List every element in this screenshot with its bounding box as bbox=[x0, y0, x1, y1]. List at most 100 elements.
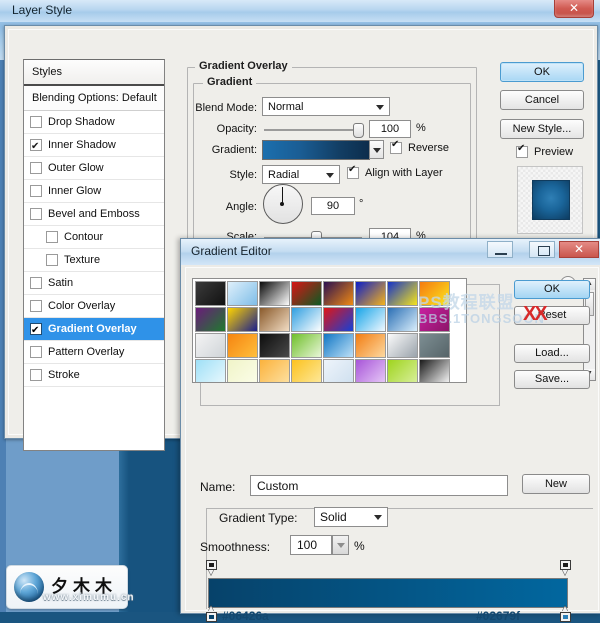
preset-swatch[interactable] bbox=[419, 281, 450, 306]
opacity-stop-right[interactable] bbox=[560, 560, 571, 576]
blending-options-item[interactable]: Blending Options: Default bbox=[24, 86, 164, 111]
preset-swatch[interactable] bbox=[259, 359, 290, 382]
preset-swatch[interactable] bbox=[355, 307, 386, 332]
chevron-down-icon bbox=[376, 105, 384, 110]
gradient-type-value: Solid bbox=[320, 510, 347, 524]
preset-swatch[interactable] bbox=[291, 281, 322, 306]
checkbox-drop-shadow[interactable] bbox=[30, 116, 42, 128]
style-item-outer-glow[interactable]: Outer Glow bbox=[24, 157, 164, 180]
preset-swatch[interactable] bbox=[227, 359, 258, 382]
gradient-editor-save-button[interactable]: Save... bbox=[514, 370, 590, 389]
checkbox-satin[interactable] bbox=[30, 277, 42, 289]
preset-swatch[interactable] bbox=[195, 307, 226, 332]
gradient-picker-button[interactable] bbox=[369, 140, 384, 159]
opacity-stop-left[interactable] bbox=[206, 560, 217, 576]
preset-swatch[interactable] bbox=[227, 281, 258, 306]
preset-swatch[interactable] bbox=[355, 281, 386, 306]
styles-list[interactable]: Styles Blending Options: Default Drop Sh… bbox=[23, 59, 165, 451]
blend-mode-select[interactable]: Normal bbox=[262, 97, 390, 116]
checkbox-inner-glow[interactable] bbox=[30, 185, 42, 197]
new-gradient-button[interactable]: New bbox=[522, 474, 590, 494]
preset-swatch[interactable] bbox=[227, 333, 258, 358]
preset-swatch[interactable] bbox=[355, 359, 386, 382]
preview-checkbox-row[interactable]: Preview bbox=[516, 143, 573, 158]
preset-swatch[interactable] bbox=[195, 333, 226, 358]
preset-swatch[interactable] bbox=[291, 333, 322, 358]
preset-swatch[interactable] bbox=[259, 281, 290, 306]
checkbox-contour[interactable] bbox=[46, 231, 58, 243]
style-item-inner-shadow[interactable]: Inner Shadow bbox=[24, 134, 164, 158]
preset-swatch[interactable] bbox=[419, 359, 450, 382]
style-item-gradient-overlay[interactable]: Gradient Overlay bbox=[24, 318, 164, 342]
checkbox-reverse[interactable] bbox=[390, 139, 402, 154]
preset-swatch[interactable] bbox=[387, 307, 418, 332]
checkbox-stroke[interactable] bbox=[30, 369, 42, 381]
name-input[interactable]: Custom bbox=[250, 475, 508, 496]
new-style-button[interactable]: New Style... bbox=[500, 119, 584, 139]
style-item-bevel-and-emboss[interactable]: Bevel and Emboss bbox=[24, 203, 164, 226]
style-item-inner-glow[interactable]: Inner Glow bbox=[24, 180, 164, 203]
gradient-editor-reset-button[interactable]: Reset bbox=[514, 306, 590, 325]
preset-swatch[interactable] bbox=[195, 281, 226, 306]
opacity-slider-track[interactable] bbox=[264, 129, 362, 131]
minimize-icon[interactable] bbox=[487, 241, 513, 258]
preset-swatch[interactable] bbox=[355, 333, 386, 358]
color-stop-left[interactable] bbox=[206, 606, 217, 622]
preset-swatch[interactable] bbox=[291, 359, 322, 382]
gradient-editor-ok-button[interactable]: OK bbox=[514, 280, 590, 299]
style-item-satin[interactable]: Satin bbox=[24, 272, 164, 295]
style-item-color-overlay[interactable]: Color Overlay bbox=[24, 295, 164, 318]
preset-swatch[interactable] bbox=[195, 359, 226, 382]
gradient-preview-swatch[interactable] bbox=[262, 140, 370, 160]
gradient-editor-close-button[interactable]: ✕ bbox=[559, 241, 599, 258]
smoothness-stepper[interactable] bbox=[332, 535, 349, 555]
preset-swatch[interactable] bbox=[323, 307, 354, 332]
preset-swatch[interactable] bbox=[419, 333, 450, 358]
gradient-bar[interactable] bbox=[208, 578, 568, 608]
preset-swatch[interactable] bbox=[323, 281, 354, 306]
checkbox-color-overlay[interactable] bbox=[30, 300, 42, 312]
style-select[interactable]: Radial bbox=[262, 165, 340, 184]
preset-swatch[interactable] bbox=[259, 307, 290, 332]
checkbox-pattern-overlay[interactable] bbox=[30, 346, 42, 358]
checkbox-texture[interactable] bbox=[46, 254, 58, 266]
cancel-button[interactable]: Cancel bbox=[500, 90, 584, 110]
preset-swatch[interactable] bbox=[387, 359, 418, 382]
preset-swatch[interactable] bbox=[259, 333, 290, 358]
reverse-checkbox-row[interactable]: Reverse bbox=[390, 139, 449, 154]
style-item-texture[interactable]: Texture bbox=[24, 249, 164, 272]
window-close-button[interactable]: ✕ bbox=[554, 0, 594, 18]
style-item-contour[interactable]: Contour bbox=[24, 226, 164, 249]
checkbox-inner-shadow[interactable] bbox=[30, 136, 42, 158]
smoothness-input[interactable]: 100 bbox=[290, 535, 332, 555]
style-label: Drop Shadow bbox=[48, 116, 115, 128]
preset-swatch[interactable] bbox=[291, 307, 322, 332]
preset-swatch[interactable] bbox=[419, 307, 450, 332]
opacity-slider-knob[interactable] bbox=[353, 123, 364, 138]
preset-swatch[interactable] bbox=[387, 281, 418, 306]
align-with-layer-row[interactable]: Align with Layer bbox=[347, 164, 443, 179]
style-item-drop-shadow[interactable]: Drop Shadow bbox=[24, 111, 164, 134]
ok-button[interactable]: OK bbox=[500, 62, 584, 82]
maximize-icon[interactable] bbox=[529, 241, 555, 258]
gradient-editor-titlebar: Gradient Editor ✕ bbox=[181, 239, 600, 265]
opacity-input[interactable]: 100 bbox=[369, 120, 411, 138]
presets-swatch-list[interactable] bbox=[192, 278, 467, 383]
angle-input[interactable]: 90 bbox=[311, 197, 355, 215]
stop-square-icon bbox=[560, 560, 571, 570]
angle-dial[interactable] bbox=[263, 184, 303, 224]
preset-swatch[interactable] bbox=[387, 333, 418, 358]
checkbox-preview[interactable] bbox=[516, 143, 528, 158]
style-item-stroke[interactable]: Stroke bbox=[24, 364, 164, 387]
checkbox-outer-glow[interactable] bbox=[30, 162, 42, 174]
checkbox-gradient-overlay[interactable] bbox=[30, 320, 42, 342]
gradient-type-select[interactable]: Solid bbox=[314, 507, 388, 527]
style-item-pattern-overlay[interactable]: Pattern Overlay bbox=[24, 341, 164, 364]
preset-swatch[interactable] bbox=[227, 307, 258, 332]
checkbox-bevel-and-emboss[interactable] bbox=[30, 208, 42, 220]
preset-swatch[interactable] bbox=[323, 333, 354, 358]
color-stop-right[interactable] bbox=[560, 606, 571, 622]
preset-swatch[interactable] bbox=[323, 359, 354, 382]
checkbox-align-with-layer[interactable] bbox=[347, 164, 359, 179]
gradient-editor-load-button[interactable]: Load... bbox=[514, 344, 590, 363]
